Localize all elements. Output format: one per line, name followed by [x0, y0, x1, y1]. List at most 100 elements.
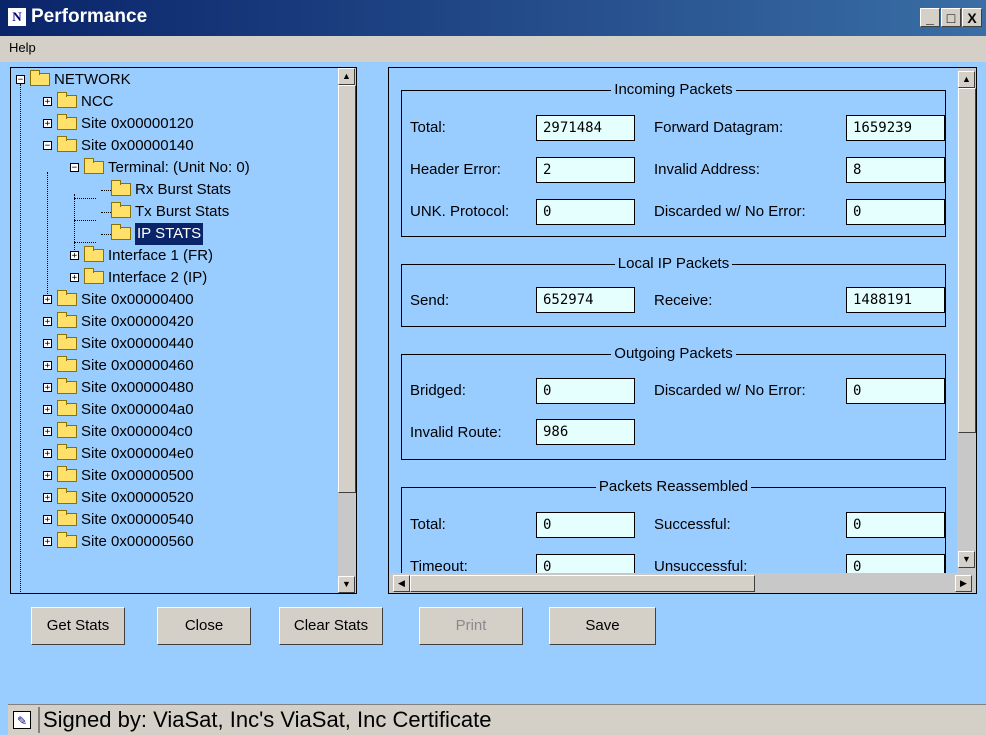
scroll-left-arrow-icon[interactable]: ◀ — [393, 575, 410, 592]
incoming-total-field[interactable]: 2971484 — [536, 115, 635, 141]
tree-item[interactable]: Rx Burst Stats — [11, 179, 336, 201]
tree-item[interactable]: + Site 0x00000480 — [11, 377, 336, 399]
tree-item[interactable]: + Site 0x000004c0 — [11, 421, 336, 443]
tree-item[interactable]: + Site 0x00000540 — [11, 509, 336, 531]
folder-icon — [57, 488, 77, 504]
tree-item[interactable]: + Site 0x00000520 — [11, 487, 336, 509]
close-window-button[interactable]: X — [962, 8, 982, 27]
tree-item[interactable]: + Site 0x00000500 — [11, 465, 336, 487]
expand-icon[interactable]: + — [43, 383, 52, 393]
panel-vscroll-thumb[interactable] — [958, 88, 976, 433]
network-tree[interactable]: − NETWORK + NCC + Site 0x00000120− Site 0x0000… — [10, 67, 357, 594]
receive-field[interactable]: 1488191 — [846, 287, 945, 313]
tree-item[interactable]: + Interface 2 (IP) — [11, 267, 336, 289]
invalid-address-field[interactable]: 8 — [846, 157, 945, 183]
bridged-label: Bridged: — [410, 382, 466, 399]
scroll-up-arrow-icon[interactable]: ▲ — [338, 68, 355, 85]
expand-icon[interactable]: + — [43, 361, 52, 371]
maximize-button[interactable]: □ — [941, 8, 961, 27]
tree-item[interactable]: IP STATS — [11, 223, 336, 245]
tree-item[interactable]: Tx Burst Stats — [11, 201, 336, 223]
tree-item[interactable]: + Site 0x00000440 — [11, 333, 336, 355]
expand-icon[interactable]: + — [43, 449, 52, 459]
tree-item[interactable]: + NCC — [11, 91, 336, 113]
discarded-label: Discarded w/ No Error: — [654, 203, 806, 220]
tree-item-label: Interface 1 (FR) — [108, 247, 214, 264]
tree-scroll-thumb[interactable] — [338, 85, 356, 493]
tree-item[interactable]: − Terminal: (Unit No: 0) — [11, 157, 336, 179]
expand-icon[interactable]: + — [43, 97, 52, 107]
tree-item-label: Site 0x00000400 — [81, 291, 194, 308]
unk-protocol-field[interactable]: 0 — [536, 199, 635, 225]
tree-item[interactable]: + Site 0x00000120 — [11, 113, 336, 135]
invalid-route-field[interactable]: 986 — [536, 419, 635, 445]
tree-item-label: NETWORK — [54, 71, 131, 88]
successful-field[interactable]: 0 — [846, 512, 945, 538]
folder-icon — [57, 356, 77, 372]
incoming-packets-group: Incoming Packets Total: 2971484 Forward … — [401, 81, 946, 237]
tree-item[interactable]: + Interface 1 (FR) — [11, 245, 336, 267]
tree-item[interactable]: − Site 0x00000140 — [11, 135, 336, 157]
tree-item[interactable]: + Site 0x00000420 — [11, 311, 336, 333]
folder-icon — [111, 180, 131, 196]
tree-item-label: Site 0x00000500 — [81, 467, 194, 484]
outgoing-discarded-field[interactable]: 0 — [846, 378, 945, 404]
close-button[interactable]: Close — [157, 607, 251, 645]
expand-icon[interactable]: + — [70, 251, 79, 261]
send-field[interactable]: 652974 — [536, 287, 635, 313]
certificate-icon: ✎ — [13, 711, 31, 729]
clear-stats-button[interactable]: Clear Stats — [279, 607, 383, 645]
tree-item[interactable]: + Site 0x00000560 — [11, 531, 336, 553]
collapse-icon[interactable]: − — [16, 75, 25, 85]
scroll-down-arrow-icon[interactable]: ▼ — [338, 576, 355, 593]
tree-item-label: Site 0x000004a0 — [81, 401, 194, 418]
expand-icon[interactable]: + — [43, 317, 52, 327]
bridged-field[interactable]: 0 — [536, 378, 635, 404]
menu-help[interactable]: Help — [9, 40, 36, 55]
scroll-right-arrow-icon[interactable]: ▶ — [955, 575, 972, 592]
folder-icon — [84, 246, 104, 262]
outgoing-discarded-label: Discarded w/ No Error: — [654, 382, 806, 399]
folder-icon — [57, 510, 77, 526]
incoming-discarded-field[interactable]: 0 — [846, 199, 945, 225]
window-title: Performance — [31, 6, 148, 27]
tree-item[interactable]: − NETWORK — [11, 69, 336, 91]
collapse-icon[interactable]: − — [70, 163, 79, 173]
panel-horizontal-scrollbar[interactable]: ◀ ▶ — [389, 573, 976, 593]
reassembled-total-field[interactable]: 0 — [536, 512, 635, 538]
expand-icon[interactable]: + — [43, 471, 52, 481]
invalid-route-label: Invalid Route: — [410, 424, 502, 441]
tree-item[interactable]: + Site 0x000004e0 — [11, 443, 336, 465]
expand-icon[interactable]: + — [70, 273, 79, 283]
tree-item[interactable]: + Site 0x000004a0 — [11, 399, 336, 421]
folder-icon — [111, 224, 131, 240]
collapse-icon[interactable]: − — [43, 141, 52, 151]
tree-item[interactable]: + Site 0x00000460 — [11, 355, 336, 377]
tree-item-label: Site 0x00000520 — [81, 489, 194, 506]
expand-icon[interactable]: + — [43, 515, 52, 525]
save-button[interactable]: Save — [549, 607, 656, 645]
folder-icon — [57, 378, 77, 394]
expand-icon[interactable]: + — [43, 427, 52, 437]
tree-item[interactable]: + Site 0x00000400 — [11, 289, 336, 311]
expand-icon[interactable]: + — [43, 295, 52, 305]
expand-icon[interactable]: + — [43, 537, 52, 547]
tree-scrollbar[interactable]: ▲ ▼ — [338, 68, 356, 593]
invalid-address-label: Invalid Address: — [654, 161, 760, 178]
expand-icon[interactable]: + — [43, 119, 52, 129]
scroll-up-arrow-icon[interactable]: ▲ — [958, 71, 975, 88]
expand-icon[interactable]: + — [43, 405, 52, 415]
tree-item-label: Terminal: (Unit No: 0) — [108, 159, 250, 176]
print-button[interactable]: Print — [419, 607, 523, 645]
forward-datagram-field[interactable]: 1659239 — [846, 115, 945, 141]
panel-hscroll-thumb[interactable] — [410, 575, 755, 592]
expand-icon[interactable]: + — [43, 493, 52, 503]
header-error-field[interactable]: 2 — [536, 157, 635, 183]
tree-item-label: Rx Burst Stats — [135, 181, 231, 198]
panel-vertical-scrollbar[interactable]: ▲ ▼ — [957, 68, 976, 573]
expand-icon[interactable]: + — [43, 339, 52, 349]
scroll-down-arrow-icon[interactable]: ▼ — [958, 551, 975, 568]
menu-bar: Help — [0, 36, 986, 62]
get-stats-button[interactable]: Get Stats — [31, 607, 125, 645]
minimize-button[interactable]: _ — [920, 8, 940, 27]
